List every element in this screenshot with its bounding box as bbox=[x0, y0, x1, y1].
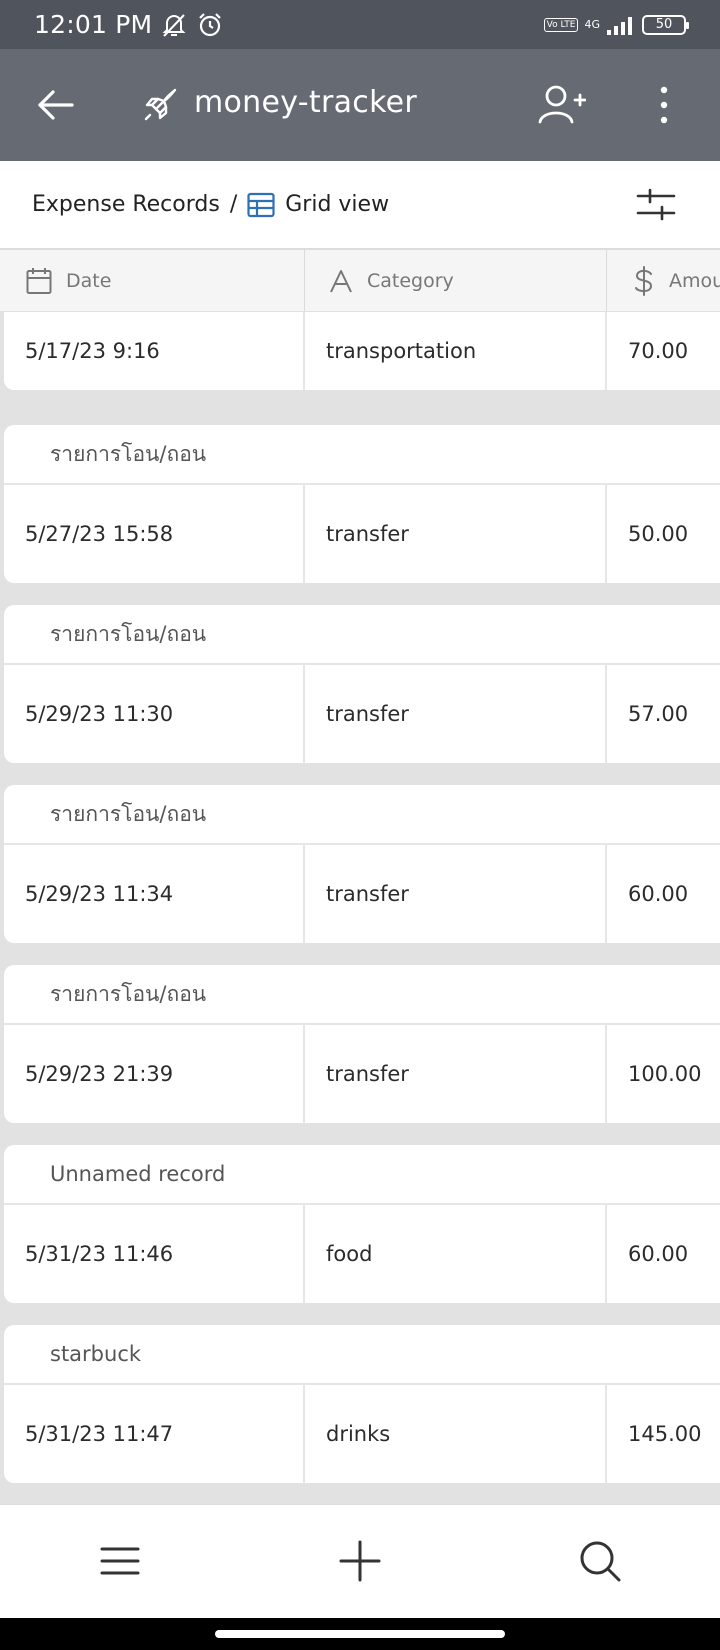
home-gesture-handle[interactable] bbox=[215, 1630, 505, 1638]
cell-amount[interactable]: 50.00 bbox=[607, 485, 720, 583]
record-card[interactable]: 5/17/23 9:16 transportation 70.00 bbox=[4, 312, 720, 390]
record-card[interactable]: รายการโอน/ถอน 5/29/23 11:30 transfer 57.… bbox=[4, 605, 720, 763]
record-name: รายการโอน/ถอน bbox=[4, 785, 720, 845]
records-list: 5/17/23 9:16 transportation 70.00 รายการ… bbox=[0, 312, 720, 1504]
status-time: 12:01 PM bbox=[34, 10, 153, 39]
battery-icon: 50 bbox=[642, 14, 689, 35]
cell-category[interactable]: transportation bbox=[305, 312, 607, 390]
alarm-icon bbox=[199, 12, 222, 36]
column-header-amount[interactable]: Amou bbox=[607, 250, 720, 311]
column-header-date[interactable]: Date bbox=[0, 250, 305, 311]
cell-category[interactable]: transfer bbox=[305, 485, 607, 583]
network-label: 4G bbox=[584, 18, 600, 31]
cell-date[interactable]: 5/31/23 11:46 bbox=[4, 1205, 305, 1303]
volte-icon: Vo LTE bbox=[543, 17, 579, 32]
search-icon[interactable] bbox=[578, 1539, 622, 1583]
table-row[interactable]: 5/31/23 11:47 drinks 145.00 bbox=[4, 1385, 720, 1483]
cell-amount[interactable]: 57.00 bbox=[607, 665, 720, 763]
cell-date[interactable]: 5/31/23 11:47 bbox=[4, 1385, 305, 1483]
cell-amount[interactable]: 100.00 bbox=[607, 1025, 720, 1123]
table-row[interactable]: 5/17/23 9:16 transportation 70.00 bbox=[4, 312, 720, 390]
column-label-category: Category bbox=[367, 270, 454, 292]
calendar-icon bbox=[26, 268, 52, 294]
dollar-icon bbox=[635, 266, 653, 296]
app-bar: money-tracker bbox=[0, 49, 720, 161]
cell-amount[interactable]: 60.00 bbox=[607, 845, 720, 943]
cell-category[interactable]: transfer bbox=[305, 1025, 607, 1123]
table-row[interactable]: 5/31/23 11:46 food 60.00 bbox=[4, 1205, 720, 1303]
record-name: รายการโอน/ถอน bbox=[4, 605, 720, 665]
more-vertical-icon[interactable] bbox=[650, 85, 678, 125]
record-name: Unnamed record bbox=[4, 1145, 720, 1205]
text-field-icon bbox=[330, 270, 352, 293]
app-title: money-tracker bbox=[194, 85, 418, 120]
column-header-category[interactable]: Category bbox=[305, 250, 607, 311]
record-card[interactable]: Unnamed record 5/31/23 11:46 food 60.00 bbox=[4, 1145, 720, 1303]
cell-date[interactable]: 5/27/23 15:58 bbox=[4, 485, 305, 583]
menu-icon[interactable] bbox=[98, 1539, 142, 1583]
muted-bell-icon bbox=[162, 13, 186, 37]
table-row[interactable]: 5/27/23 15:58 transfer 50.00 bbox=[4, 485, 720, 583]
signal-icon bbox=[607, 16, 632, 35]
breadcrumb-table[interactable]: Expense Records bbox=[32, 192, 220, 217]
record-card[interactable]: รายการโอน/ถอน 5/29/23 21:39 transfer 100… bbox=[4, 965, 720, 1123]
column-header-row: Date Category Amou bbox=[0, 250, 720, 312]
cell-category[interactable]: transfer bbox=[305, 665, 607, 763]
plus-icon[interactable] bbox=[338, 1539, 382, 1583]
record-name: รายการโอน/ถอน bbox=[4, 965, 720, 1025]
table-row[interactable]: 5/29/23 11:34 transfer 60.00 bbox=[4, 845, 720, 943]
breadcrumb: Expense Records / Grid view bbox=[0, 161, 720, 250]
column-label-date: Date bbox=[66, 270, 112, 292]
record-card[interactable]: รายการโอน/ถอน 5/27/23 15:58 transfer 50.… bbox=[4, 425, 720, 583]
bottom-toolbar bbox=[0, 1504, 720, 1618]
filter-sliders-icon[interactable] bbox=[636, 187, 676, 223]
record-card[interactable]: starbuck 5/31/23 11:47 drinks 145.00 bbox=[4, 1325, 720, 1483]
record-name: starbuck bbox=[4, 1325, 720, 1385]
cell-category[interactable]: food bbox=[305, 1205, 607, 1303]
cell-date[interactable]: 5/29/23 11:30 bbox=[4, 665, 305, 763]
table-row[interactable]: 5/29/23 11:30 transfer 57.00 bbox=[4, 665, 720, 763]
record-name: รายการโอน/ถอน bbox=[4, 425, 720, 485]
table-row[interactable]: 5/29/23 21:39 transfer 100.00 bbox=[4, 1025, 720, 1123]
rocket-icon bbox=[144, 88, 177, 121]
status-bar: 12:01 PM Vo LTE 4G 50 bbox=[0, 0, 720, 49]
column-label-amount: Amou bbox=[669, 270, 720, 292]
cell-date[interactable]: 5/29/23 21:39 bbox=[4, 1025, 305, 1123]
add-user-icon[interactable] bbox=[536, 82, 586, 128]
cell-category[interactable]: transfer bbox=[305, 845, 607, 943]
breadcrumb-separator: / bbox=[229, 192, 238, 217]
cell-amount[interactable]: 60.00 bbox=[607, 1205, 720, 1303]
record-card[interactable]: รายการโอน/ถอน 5/29/23 11:34 transfer 60.… bbox=[4, 785, 720, 943]
cell-date[interactable]: 5/29/23 11:34 bbox=[4, 845, 305, 943]
system-navigation-bar bbox=[0, 1618, 720, 1650]
back-arrow-icon[interactable] bbox=[34, 83, 78, 127]
breadcrumb-view[interactable]: Grid view bbox=[285, 192, 389, 217]
cell-amount[interactable]: 70.00 bbox=[607, 312, 720, 390]
network-indicator: 4G bbox=[584, 19, 600, 30]
cell-amount[interactable]: 145.00 bbox=[607, 1385, 720, 1483]
cell-category[interactable]: drinks bbox=[305, 1385, 607, 1483]
cell-date[interactable]: 5/17/23 9:16 bbox=[4, 312, 305, 390]
grid-view-icon bbox=[247, 192, 275, 217]
